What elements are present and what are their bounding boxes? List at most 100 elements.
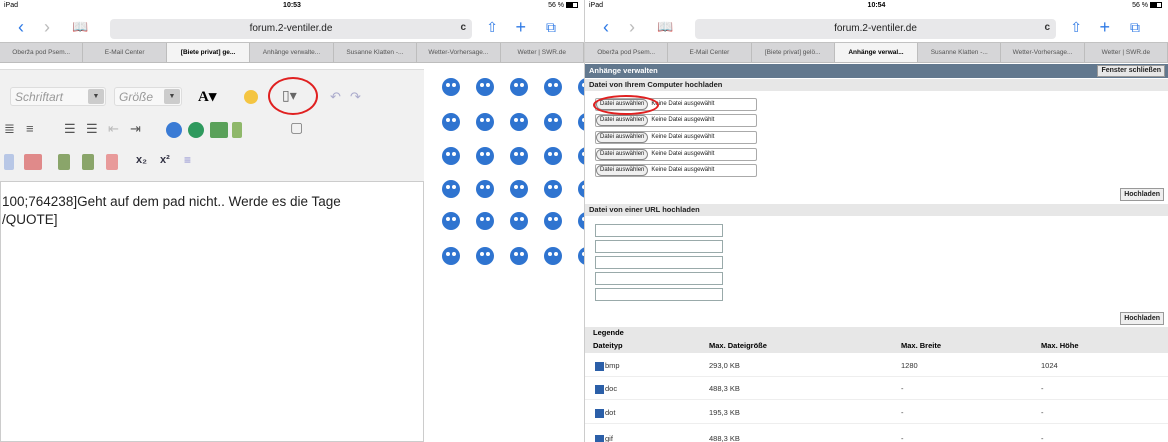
tab[interactable]: Oberža pod Psem... [0, 43, 84, 62]
url-input[interactable] [595, 288, 723, 301]
close-window-button[interactable]: Fenster schließen [1097, 65, 1165, 77]
smiley-icon[interactable] [442, 147, 460, 165]
smiley-icon[interactable] [510, 247, 528, 265]
forward-icon[interactable]: › [629, 18, 635, 36]
smiley-icon[interactable] [544, 180, 562, 198]
remove-format-icon[interactable] [106, 154, 118, 170]
tab[interactable]: E-Mail Center [668, 43, 752, 62]
tab-active[interactable]: Anhänge verwal... [834, 43, 919, 62]
table-icon[interactable] [4, 154, 14, 170]
editor-content[interactable]: 100;764238]Geht auf dem pad nicht.. Werd… [2, 193, 341, 229]
smiley-icon[interactable] [544, 113, 562, 131]
smiley-icon[interactable] [442, 247, 460, 265]
bookmarks-icon[interactable]: 📖 [72, 18, 88, 36]
smiley-icon[interactable] [476, 212, 494, 230]
smiley-icon[interactable] [476, 247, 494, 265]
smiley-icon[interactable] [510, 147, 528, 165]
smiley-panel [428, 69, 584, 442]
superscript-icon[interactable]: x² [160, 154, 170, 166]
tab[interactable]: Wetter | SWR.de [501, 43, 584, 62]
image-icon[interactable] [210, 122, 228, 138]
share-icon[interactable]: ⇧ [486, 18, 498, 36]
size-select[interactable]: Größe ▼ [114, 87, 182, 106]
ordered-list-icon[interactable]: ☰ [64, 121, 76, 137]
html-icon[interactable] [58, 154, 70, 170]
smiley-icon[interactable] [510, 212, 528, 230]
indent-icon[interactable]: ⇥ [130, 121, 141, 137]
upload-button[interactable]: Hochladen [1120, 188, 1164, 201]
reload-icon[interactable]: c [460, 22, 466, 33]
font-select[interactable]: Schriftart ▼ [10, 87, 106, 106]
align-right-icon[interactable]: ≡ [26, 121, 34, 136]
unordered-list-icon[interactable]: ☰ [86, 121, 98, 137]
choose-file-button[interactable]: Datei auswählen [596, 149, 649, 160]
smiley-icon[interactable] [476, 180, 494, 198]
smiley-icon[interactable] [476, 113, 494, 131]
tab[interactable]: Wetter | SWR.de [1085, 43, 1168, 62]
tab-active[interactable]: [Biete privat] ge... [166, 43, 251, 62]
tab[interactable]: Susanne Klatten -... [918, 43, 1002, 62]
new-tab-icon[interactable]: + [1099, 18, 1110, 36]
tab[interactable]: Wetter-Vorhersage... [1001, 43, 1085, 62]
unlink-icon[interactable] [188, 122, 204, 138]
url-input[interactable] [595, 240, 723, 253]
url-input[interactable] [595, 272, 723, 285]
tab[interactable]: Anhänge verwalte... [250, 43, 334, 62]
font-color-icon[interactable]: A▾ [198, 87, 216, 106]
link-icon[interactable] [166, 122, 182, 138]
tab[interactable]: [Biete privat] gelö... [752, 43, 835, 62]
url-input[interactable] [595, 256, 723, 269]
code-icon[interactable] [24, 154, 42, 170]
quote-icon[interactable]: ▢ [290, 119, 303, 136]
upload-button[interactable]: Hochladen [1120, 312, 1164, 325]
smiley-icon[interactable] [510, 180, 528, 198]
smiley-icon[interactable] [544, 147, 562, 165]
file-input[interactable]: Datei auswählen Keine Datei ausgewählt [595, 148, 757, 161]
smiley-icon[interactable] [544, 78, 562, 96]
tabs-icon[interactable]: ⧉ [1130, 18, 1140, 36]
bookmarks-icon[interactable]: 📖 [657, 18, 673, 36]
outdent-icon[interactable]: ⇤ [108, 121, 119, 137]
choose-file-button[interactable]: Datei auswählen [596, 115, 649, 126]
video-icon[interactable] [232, 122, 242, 138]
smiley-icon[interactable] [510, 78, 528, 96]
smiley-icon[interactable] [442, 212, 460, 230]
reload-icon[interactable]: c [1044, 22, 1050, 33]
forward-icon[interactable]: › [44, 18, 50, 36]
strikethrough-icon[interactable]: ≡ [184, 153, 191, 167]
tab[interactable]: Wetter-Vorhersage... [417, 43, 501, 62]
smiley-icon[interactable] [442, 113, 460, 131]
url-input[interactable] [595, 224, 723, 237]
smiley-icon[interactable] [510, 113, 528, 131]
gif-file-icon [595, 434, 604, 442]
choose-file-button[interactable]: Datei auswählen [596, 132, 649, 143]
address-bar[interactable]: forum.2-ventiler.de [110, 19, 472, 39]
smiley-icon[interactable] [476, 147, 494, 165]
highlight-circle [268, 77, 318, 115]
smiley-icon[interactable] [442, 78, 460, 96]
share-icon[interactable]: ⇧ [1070, 18, 1082, 36]
file-input[interactable]: Datei auswählen Keine Datei ausgewählt [595, 164, 757, 177]
back-icon[interactable]: ‹ [603, 18, 609, 36]
undo-icon[interactable]: ↶ [330, 89, 341, 105]
new-tab-icon[interactable]: + [515, 18, 526, 36]
align-center-icon[interactable]: ≣ [4, 121, 15, 137]
file-input[interactable]: Datei auswählen Keine Datei ausgewählt [595, 114, 757, 127]
smiley-icon[interactable] [544, 212, 562, 230]
tab[interactable]: Oberža pod Psem... [585, 43, 669, 62]
php-icon[interactable] [82, 154, 94, 170]
redo-icon[interactable]: ↷ [350, 89, 361, 105]
tab[interactable]: E-Mail Center [83, 43, 167, 62]
address-bar[interactable]: forum.2-ventiler.de [695, 19, 1056, 39]
smiley-icon[interactable] [442, 180, 460, 198]
tab[interactable]: Susanne Klatten -... [334, 43, 418, 62]
tabs-icon[interactable]: ⧉ [546, 18, 556, 36]
back-icon[interactable]: ‹ [18, 18, 24, 36]
file-input[interactable]: Datei auswählen Keine Datei ausgewählt [595, 131, 757, 144]
smiley-icon[interactable] [476, 78, 494, 96]
choose-file-button[interactable]: Datei auswählen [596, 165, 649, 176]
smiley-icon[interactable] [544, 247, 562, 265]
subscript-icon[interactable]: x₂ [136, 154, 147, 166]
chevron-down-icon: ▼ [88, 89, 104, 104]
smiley-icon[interactable] [244, 90, 258, 104]
